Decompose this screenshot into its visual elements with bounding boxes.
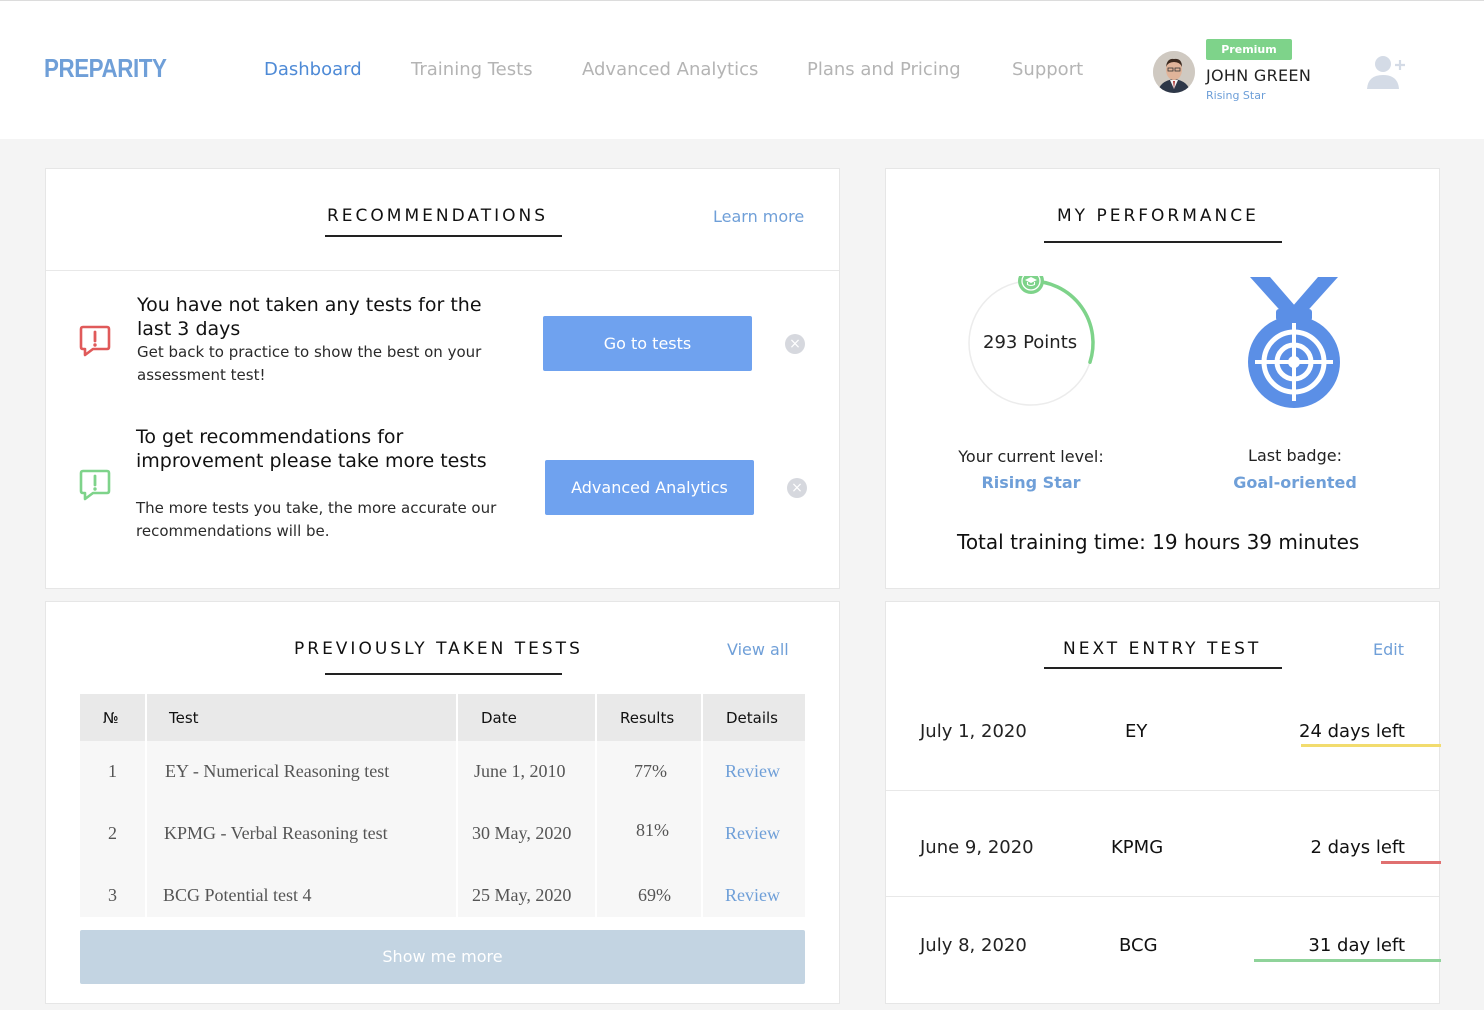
title-underline: [325, 673, 562, 675]
previous-tests-table: № Test Date Results Details 1 EY - Numer…: [80, 694, 805, 917]
next-entry-title: NEXT ENTRY TEST: [1063, 639, 1262, 659]
advanced-analytics-button[interactable]: Advanced Analytics: [545, 460, 754, 515]
test-number: 1: [80, 741, 147, 802]
recommendation-description: Get back to practice to show the best on…: [137, 343, 482, 384]
test-date: 30 May, 2020: [457, 802, 597, 865]
avatar[interactable]: [1153, 51, 1195, 93]
edit-link[interactable]: Edit: [1373, 640, 1404, 659]
entry-company: KPMG: [1111, 837, 1164, 858]
nav-plans-pricing[interactable]: Plans and Pricing: [807, 59, 961, 80]
test-date: June 1, 2010: [457, 741, 597, 802]
test-date: 25 May, 2020: [457, 865, 597, 917]
nav-dashboard[interactable]: Dashboard: [264, 59, 362, 80]
add-user-icon[interactable]: [1364, 51, 1410, 91]
previous-tests-title: PREVIOUSLY TAKEN TESTS: [294, 639, 583, 659]
table-row: 3 BCG Potential test 4 25 May, 2020 69% …: [80, 865, 805, 917]
alert-icon: [79, 468, 111, 502]
test-result: 69%: [596, 865, 703, 917]
nav-training-tests[interactable]: Training Tests: [411, 59, 533, 80]
entry-days-left: 24 days left: [1299, 721, 1405, 742]
divider: [46, 270, 839, 271]
logo[interactable]: PREPARITY: [44, 53, 167, 84]
days-left-bar: [1301, 744, 1441, 747]
level-value[interactable]: Rising Star: [940, 473, 1122, 492]
entry-days-left: 2 days left: [1310, 837, 1405, 858]
badge-label: Last badge:: [1248, 446, 1342, 465]
close-icon[interactable]: ×: [787, 478, 807, 498]
column-header: Test: [146, 694, 458, 741]
alert-icon: [79, 324, 111, 358]
recommendation-title: To get recommendations for improvement p…: [136, 426, 487, 472]
review-link[interactable]: Review: [702, 802, 805, 865]
badge-value[interactable]: Goal-oriented: [1204, 473, 1386, 492]
days-left-bar: [1381, 861, 1441, 864]
points-value: 293 Points: [983, 332, 1078, 353]
column-header: №: [80, 694, 147, 741]
divider: [886, 790, 1439, 791]
recommendations-title: RECOMMENDATIONS: [327, 206, 548, 226]
title-underline: [1044, 667, 1282, 669]
user-name[interactable]: JOHN GREEN: [1206, 66, 1311, 85]
entry-date: June 9, 2020: [920, 837, 1034, 858]
top-header: PREPARITY Dashboard Training Tests Advan…: [0, 0, 1484, 139]
next-entry-card: NEXT ENTRY TEST Edit July 1, 2020 EY 24 …: [885, 601, 1441, 1004]
entry-date: July 8, 2020: [920, 935, 1027, 956]
days-left-bar: [1254, 959, 1441, 962]
close-icon[interactable]: ×: [785, 334, 805, 354]
table-header-row: № Test Date Results Details: [80, 694, 805, 741]
test-number: 3: [80, 865, 147, 917]
divider: [886, 896, 1439, 897]
user-level: Rising Star: [1206, 89, 1266, 102]
level-label: Your current level:: [958, 447, 1104, 466]
nav-support[interactable]: Support: [1012, 59, 1083, 80]
entry-days-left: 31 day left: [1308, 935, 1405, 956]
entry-date: July 1, 2020: [920, 721, 1027, 742]
review-link[interactable]: Review: [702, 865, 805, 917]
test-name: EY - Numerical Reasoning test: [146, 741, 458, 802]
premium-badge: Premium: [1206, 39, 1292, 60]
avatar-photo: [1153, 51, 1195, 93]
table-row: 2 KPMG - Verbal Reasoning test 30 May, 2…: [80, 802, 805, 865]
test-name: KPMG - Verbal Reasoning test: [146, 802, 458, 865]
go-to-tests-button[interactable]: Go to tests: [543, 316, 752, 371]
recommendation-title: You have not taken any tests for the las…: [137, 294, 482, 340]
title-underline: [1044, 241, 1282, 243]
show-more-button[interactable]: Show me more: [80, 930, 805, 984]
medal-badge-icon: [1248, 277, 1340, 408]
test-result: 77%: [596, 741, 703, 802]
column-header: Date: [457, 694, 597, 741]
test-number: 2: [80, 802, 147, 865]
recommendation-description: The more tests you take, the more accura…: [136, 499, 497, 540]
entry-company: EY: [1125, 721, 1148, 742]
performance-title: MY PERFORMANCE: [1057, 206, 1259, 226]
review-link[interactable]: Review: [702, 741, 805, 802]
total-training-time: Total training time: 19 hours 39 minutes: [957, 530, 1360, 554]
test-name: BCG Potential test 4: [146, 865, 458, 917]
graduation-cap-icon: [1018, 276, 1044, 294]
recommendations-card: RECOMMENDATIONS Learn more You have not …: [45, 168, 840, 589]
table-row: 1 EY - Numerical Reasoning test June 1, …: [80, 741, 805, 802]
performance-card: MY PERFORMANCE 293 Points Your current l…: [885, 168, 1440, 589]
entry-company: BCG: [1119, 935, 1158, 956]
column-header: Results: [596, 694, 703, 741]
view-all-link[interactable]: View all: [727, 640, 789, 659]
test-result: 81%: [596, 802, 703, 865]
nav-advanced-analytics[interactable]: Advanced Analytics: [582, 59, 758, 80]
column-header: Details: [702, 694, 805, 741]
learn-more-link[interactable]: Learn more: [713, 207, 804, 226]
title-underline: [325, 235, 562, 237]
